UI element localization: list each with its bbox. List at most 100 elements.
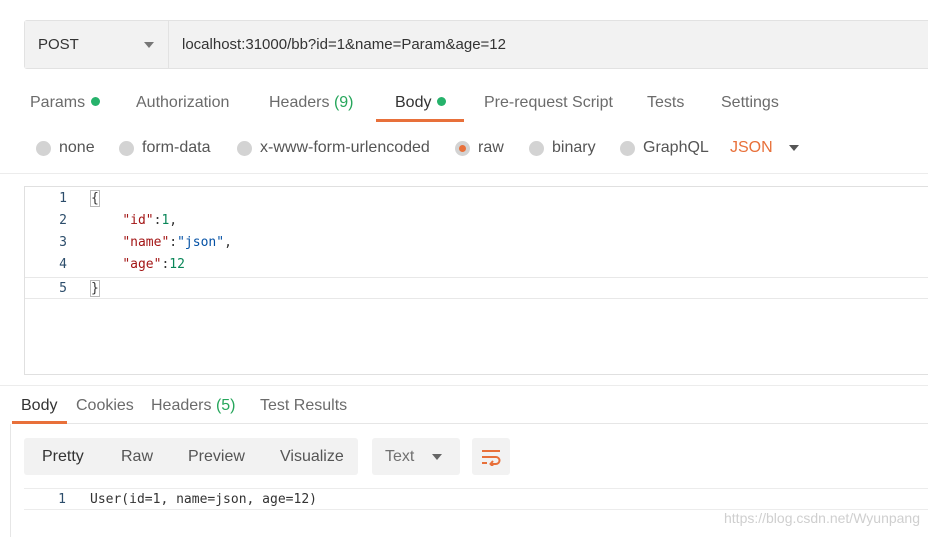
- radio-button-checked: [455, 140, 470, 156]
- radio-button: [36, 140, 51, 156]
- tab-tests[interactable]: Tests: [647, 84, 684, 122]
- request-bar: POST localhost:31000/bb?id=1&name=Param&…: [24, 20, 928, 69]
- radio-none-label: none: [59, 139, 95, 156]
- response-body: 1 User(id=1, name=json, age=12): [24, 488, 928, 510]
- editor-line-active: 5 }: [25, 277, 928, 299]
- language-select[interactable]: JSON: [730, 134, 799, 162]
- radio-none[interactable]: none: [36, 134, 95, 162]
- radio-button: [529, 140, 544, 156]
- request-body-editor[interactable]: 1 { 2 "id":1, 3 "name":"json", 4 "age":1…: [24, 186, 928, 375]
- request-tabs: Params Authorization Headers (9) Body Pr…: [0, 84, 928, 124]
- editor-line: 3 "name":"json",: [25, 232, 928, 254]
- line-code: }: [90, 278, 100, 300]
- json-comma: ,: [169, 213, 178, 228]
- line-number: 2: [59, 213, 67, 228]
- body-type-options: none form-data x-www-form-urlencoded raw…: [0, 134, 928, 164]
- line-code: "name":"json",: [91, 232, 232, 254]
- tab-authorization-label: Authorization: [136, 94, 230, 111]
- response-tab-headers[interactable]: Headers (5): [151, 391, 236, 421]
- close-brace: }: [90, 280, 100, 297]
- response-headers-count: (5): [215, 397, 236, 414]
- radio-x-www-form-urlencoded[interactable]: x-www-form-urlencoded: [237, 134, 430, 162]
- method-select[interactable]: POST: [25, 21, 169, 68]
- active-tab-underline: [376, 119, 464, 122]
- view-raw-button[interactable]: Raw: [121, 438, 153, 475]
- json-key: "age": [122, 257, 162, 272]
- editor-line: 1 {: [25, 188, 928, 210]
- format-select-label: Text: [385, 447, 415, 465]
- response-tabs: Body Cookies Headers (5) Test Results: [0, 391, 928, 423]
- json-key: "id": [122, 213, 154, 228]
- json-key: "name": [122, 235, 170, 250]
- view-raw-label: Raw: [121, 448, 154, 465]
- tab-settings[interactable]: Settings: [721, 84, 779, 122]
- response-tab-test-results[interactable]: Test Results: [260, 391, 347, 421]
- wrap-lines-icon: [482, 449, 501, 466]
- response-text: User(id=1, name=json, age=12): [90, 492, 317, 507]
- tab-headers-label: Headers: [269, 94, 330, 111]
- wrap-lines-button[interactable]: [472, 438, 510, 475]
- radio-raw[interactable]: raw: [455, 134, 504, 162]
- tab-params[interactable]: Params: [30, 84, 101, 122]
- url-text: localhost:31000/bb?id=1&name=Param&age=1…: [182, 36, 506, 53]
- tab-settings-label: Settings: [721, 94, 779, 111]
- method-label: POST: [38, 36, 79, 53]
- radio-raw-label: raw: [478, 139, 504, 156]
- json-sep: :: [169, 235, 178, 250]
- chevron-down-icon: [144, 41, 154, 48]
- tab-authorization[interactable]: Authorization: [136, 84, 229, 122]
- tab-body-label: Body: [395, 94, 432, 111]
- line-number: 4: [59, 257, 67, 272]
- active-response-tab-underline: [12, 421, 67, 424]
- response-tab-cookies[interactable]: Cookies: [76, 391, 134, 421]
- radio-form-data[interactable]: form-data: [119, 134, 210, 162]
- language-label: JSON: [730, 139, 773, 156]
- line-number: 1: [58, 492, 66, 507]
- radio-urlencoded-label: x-www-form-urlencoded: [260, 139, 430, 156]
- response-tab-body[interactable]: Body: [21, 391, 57, 421]
- response-tab-test-results-label: Test Results: [260, 397, 348, 414]
- line-code: "id":1,: [91, 210, 177, 232]
- editor-line: 2 "id":1,: [25, 210, 928, 232]
- json-value: 12: [169, 257, 185, 272]
- view-pretty-button[interactable]: Pretty: [42, 438, 84, 475]
- headers-count: (9): [333, 94, 354, 111]
- view-visualize-button[interactable]: Visualize: [280, 438, 344, 475]
- radio-button: [237, 140, 252, 156]
- chevron-down-icon: [788, 145, 799, 151]
- line-number: 5: [59, 281, 67, 296]
- radio-graphql[interactable]: GraphQL: [620, 134, 709, 162]
- tab-pre-request-script-label: Pre-request Script: [484, 94, 613, 111]
- view-visualize-label: Visualize: [280, 448, 344, 465]
- json-comma: ,: [224, 235, 232, 250]
- line-code: "age":12: [91, 254, 185, 276]
- radio-button: [119, 140, 134, 156]
- view-preview-button[interactable]: Preview: [188, 438, 245, 475]
- view-mode-group: Pretty Raw Preview Visualize: [24, 438, 358, 475]
- response-tab-cookies-label: Cookies: [76, 397, 134, 414]
- tab-pre-request-script[interactable]: Pre-request Script: [484, 84, 613, 122]
- format-select[interactable]: Text: [372, 438, 460, 475]
- radio-graphql-label: GraphQL: [643, 139, 709, 156]
- divider: [12, 423, 928, 424]
- url-input[interactable]: localhost:31000/bb?id=1&name=Param&age=1…: [169, 21, 928, 68]
- json-value: "json": [177, 235, 225, 250]
- params-indicator-dot: [91, 97, 101, 106]
- radio-button: [620, 140, 635, 156]
- chevron-down-icon: [432, 453, 443, 460]
- line-number: 1: [59, 191, 67, 206]
- view-preview-label: Preview: [188, 448, 245, 465]
- line-code: {: [90, 188, 100, 210]
- editor-line: 4 "age":12: [25, 254, 928, 276]
- response-tab-body-label: Body: [21, 397, 58, 414]
- line-number: 3: [59, 235, 67, 250]
- view-pretty-label: Pretty: [42, 448, 84, 465]
- radio-form-data-label: form-data: [142, 139, 211, 156]
- radio-binary[interactable]: binary: [529, 134, 596, 162]
- tab-body[interactable]: Body: [395, 84, 447, 122]
- watermark-text: https://blog.csdn.net/Wyunpang: [724, 510, 920, 526]
- open-brace: {: [90, 190, 100, 207]
- tab-tests-label: Tests: [647, 94, 685, 111]
- tab-headers[interactable]: Headers (9): [269, 84, 354, 122]
- divider: [10, 424, 11, 537]
